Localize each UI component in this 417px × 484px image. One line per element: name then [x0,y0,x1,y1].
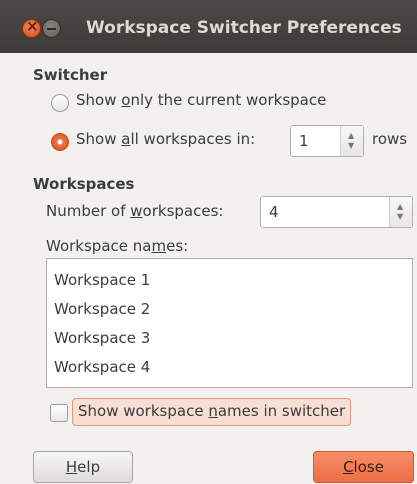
rows-suffix: rows [372,130,408,148]
workspace-count-label: Number of workspaces: [46,202,224,220]
workspaces-heading: Workspaces [33,175,135,193]
list-item[interactable]: Workspace 2 [54,300,150,318]
switcher-heading: Switcher [33,66,108,84]
workspace-names-label: Workspace names: [46,237,189,255]
title-bar[interactable]: Workspace Switcher Preferences [0,0,417,53]
show-names-checkbox[interactable] [50,404,68,422]
radio-show-current-label[interactable]: Show only the current workspace [76,91,326,109]
decrement-icon[interactable]: ▼ [397,213,403,221]
show-names-label[interactable]: Show workspace names in switcher [72,398,352,426]
radio-show-current-workspace[interactable] [51,94,69,112]
window-close-icon[interactable] [22,17,41,38]
rows-spinbox[interactable]: 1 ▲ ▼ [290,125,364,157]
help-button[interactable]: Help [33,451,133,483]
rows-stepper[interactable]: ▲ ▼ [340,126,363,156]
workspace-count-spinbox[interactable]: 4 ▲ ▼ [260,196,413,228]
increment-icon[interactable]: ▲ [397,203,403,211]
workspace-count-stepper[interactable]: ▲ ▼ [389,197,412,227]
close-button[interactable]: Close [313,451,414,483]
list-item[interactable]: Workspace 3 [54,329,150,347]
radio-show-all-workspaces[interactable] [51,133,69,151]
list-item[interactable]: Workspace 1 [54,271,150,289]
window-title: Workspace Switcher Preferences [86,18,402,38]
list-item[interactable]: Workspace 4 [54,358,150,376]
decrement-icon[interactable]: ▼ [348,142,354,150]
workspace-count-value: 4 [269,203,279,221]
rows-value: 1 [299,132,309,150]
window-minimize-icon[interactable] [42,19,61,38]
workspace-names-list[interactable]: Workspace 1 Workspace 2 Workspace 3 Work… [46,258,413,388]
increment-icon[interactable]: ▲ [348,132,354,140]
radio-show-all-label[interactable]: Show all workspaces in: [76,130,255,148]
